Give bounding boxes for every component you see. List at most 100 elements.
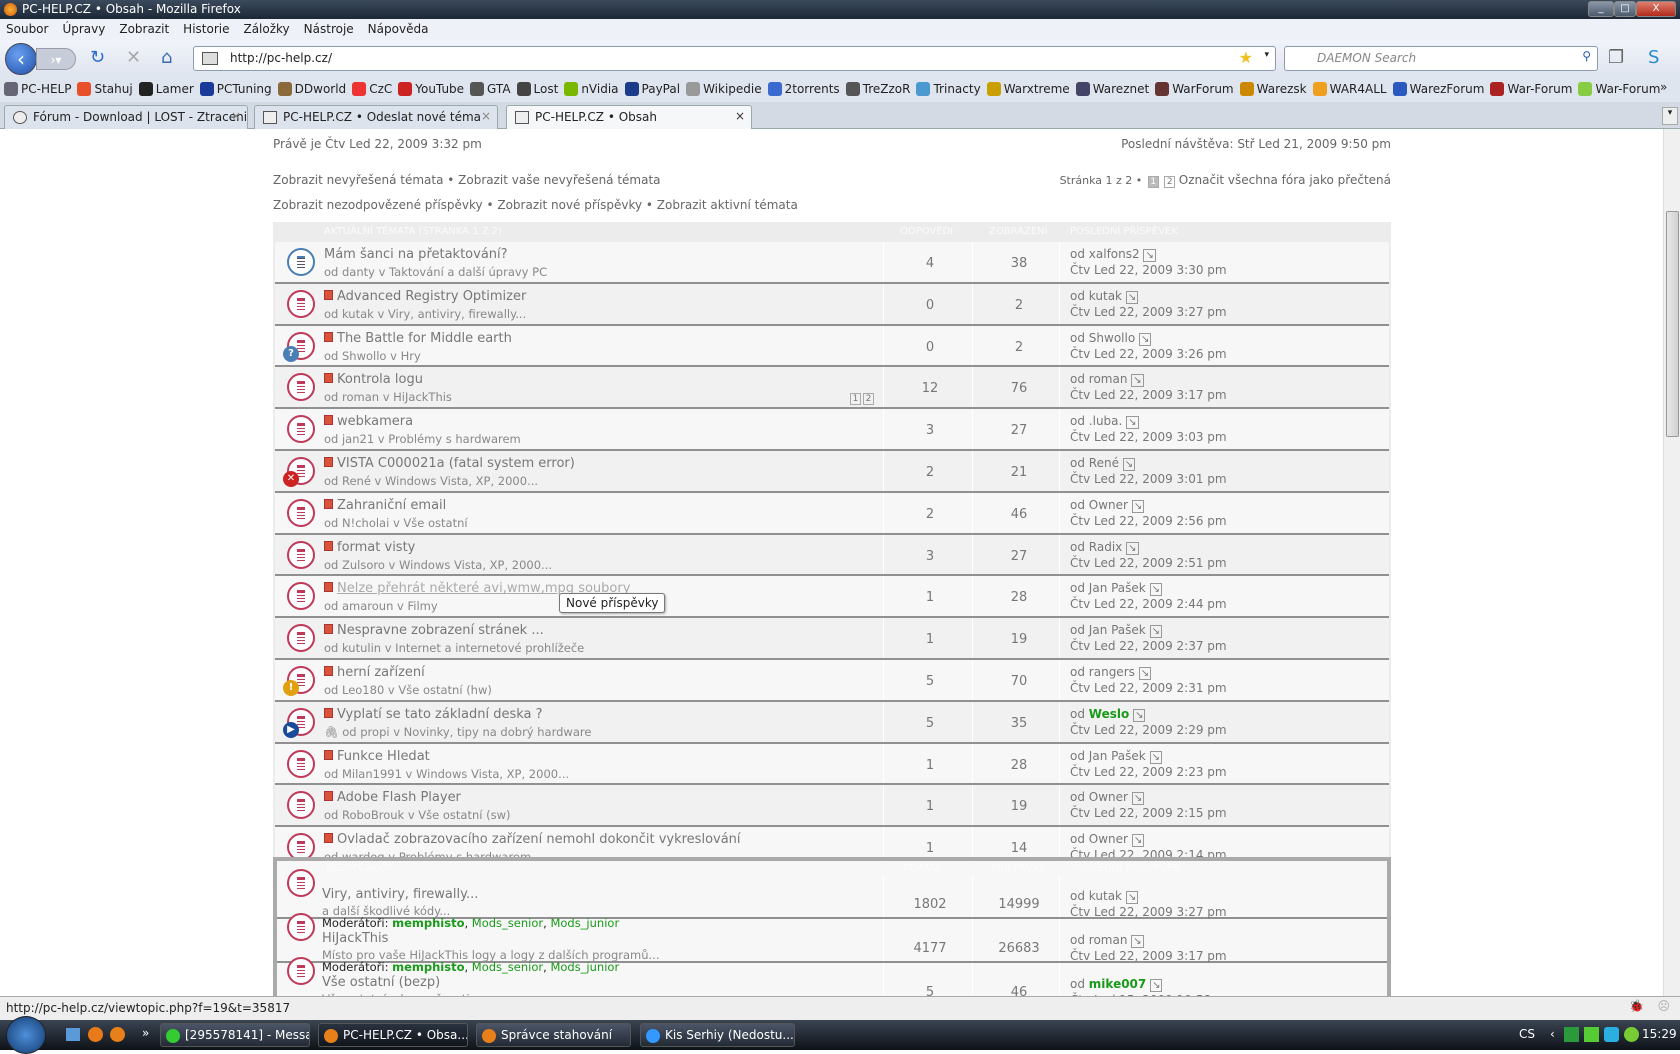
topic-page-link[interactable]: 1 bbox=[850, 393, 861, 406]
last-post-author[interactable]: Radix bbox=[1089, 540, 1122, 554]
view-latest-post-icon[interactable]: ↘ bbox=[1149, 625, 1162, 639]
topic-title-link[interactable]: Ovladač zobrazovacího zařízení nemohl do… bbox=[337, 832, 741, 847]
forward-button[interactable]: ›▾ bbox=[36, 48, 76, 70]
taskbar-item[interactable]: PC-HELP.CZ • Obsa... bbox=[318, 1023, 468, 1047]
menu-3[interactable]: Historie bbox=[183, 22, 229, 37]
tray-app-icon[interactable] bbox=[1604, 1027, 1619, 1042]
url-bar[interactable]: http://pc-help.cz/ ★ ▾ bbox=[193, 46, 1276, 71]
menu-1[interactable]: Úpravy bbox=[62, 22, 105, 37]
view-latest-post-icon[interactable]: ↘ bbox=[1125, 290, 1139, 304]
new-post-icon[interactable] bbox=[324, 833, 333, 844]
topic-title-link[interactable]: herní zařízení bbox=[337, 665, 425, 680]
view-latest-post-icon[interactable]: ↘ bbox=[1131, 792, 1145, 806]
new-post-icon[interactable] bbox=[324, 707, 333, 718]
show-desktop-icon[interactable] bbox=[66, 1028, 80, 1041]
view-latest-post-icon[interactable]: ↘ bbox=[1149, 750, 1162, 764]
bookmark-item[interactable]: 2torrents bbox=[767, 80, 840, 97]
last-post-author[interactable]: Jan Pašek bbox=[1089, 623, 1146, 637]
new-post-icon[interactable] bbox=[324, 624, 333, 635]
bookmark-item[interactable]: GTA bbox=[470, 80, 511, 97]
skype-icon[interactable]: S bbox=[1648, 48, 1659, 68]
topic-title-link[interactable]: Zahraniční email bbox=[337, 498, 446, 513]
new-post-icon[interactable] bbox=[324, 540, 333, 551]
last-post-author[interactable]: Owner bbox=[1089, 790, 1128, 804]
stop-icon[interactable]: ✕ bbox=[126, 48, 141, 68]
last-post-author[interactable]: .luba. bbox=[1089, 414, 1123, 428]
topic-title-link[interactable]: Adobe Flash Player bbox=[337, 790, 461, 805]
view-latest-post-icon[interactable]: ↘ bbox=[1131, 499, 1145, 513]
new-post-icon[interactable] bbox=[324, 791, 333, 802]
new-post-icon[interactable] bbox=[324, 456, 333, 467]
topic-title-link[interactable]: Nespravne zobrazení stránek ... bbox=[337, 623, 544, 638]
vertical-scrollbar[interactable] bbox=[1663, 129, 1680, 996]
bookmark-item[interactable]: Wareznet bbox=[1075, 80, 1149, 97]
start-button[interactable] bbox=[6, 1016, 46, 1054]
last-post-author[interactable]: kutak bbox=[1089, 889, 1122, 903]
bookmark-item[interactable]: TreZzoR bbox=[845, 80, 910, 97]
view-latest-post-icon[interactable]: ↘ bbox=[1138, 666, 1152, 680]
last-post-author[interactable]: roman bbox=[1089, 372, 1128, 386]
new-post-icon[interactable] bbox=[324, 749, 333, 760]
qip-icon[interactable] bbox=[1584, 1027, 1599, 1042]
menu-0[interactable]: Soubor bbox=[6, 22, 48, 37]
new-post-icon[interactable] bbox=[324, 415, 333, 426]
menu-2[interactable]: Zobrazit bbox=[119, 22, 169, 37]
tab-close-button[interactable]: × bbox=[735, 109, 745, 123]
bookmark-star-icon[interactable]: ★ bbox=[1239, 48, 1253, 67]
view-latest-post-icon[interactable]: ↘ bbox=[1139, 332, 1152, 346]
quicklaunch-icon[interactable] bbox=[88, 1027, 103, 1042]
menu-4[interactable]: Záložky bbox=[243, 22, 289, 37]
last-post-author[interactable]: xalfons2 bbox=[1089, 247, 1140, 261]
menu-6[interactable]: Nápověda bbox=[368, 22, 429, 37]
bookmark-item[interactable]: PCTuning bbox=[199, 80, 272, 97]
view-latest-post-icon[interactable]: ↘ bbox=[1126, 541, 1139, 555]
mark-all-read-link[interactable]: Označit všechna fóra jako přečtená bbox=[1179, 173, 1391, 187]
last-post-author[interactable]: Owner bbox=[1089, 498, 1128, 512]
bookmark-item[interactable]: Wikipedie bbox=[686, 80, 762, 97]
last-post-author[interactable]: Owner bbox=[1089, 832, 1128, 846]
maximize-button[interactable]: □ bbox=[1614, 1, 1636, 17]
page-2[interactable]: 2 bbox=[1164, 176, 1176, 188]
forum-title-link[interactable]: Vše ostatní (bezp) bbox=[322, 975, 440, 990]
view-latest-post-icon[interactable]: ↘ bbox=[1122, 457, 1136, 471]
last-post-author[interactable]: Jan Pašek bbox=[1089, 749, 1146, 763]
view-latest-post-icon[interactable]: ↘ bbox=[1125, 891, 1139, 904]
bookmark-item[interactable]: Lost bbox=[516, 80, 558, 97]
reload-icon[interactable]: ↻ bbox=[90, 48, 105, 68]
home-icon[interactable]: ⌂ bbox=[161, 48, 172, 68]
dropdown-icon[interactable]: ▾ bbox=[1264, 50, 1269, 60]
back-button[interactable]: ‹ bbox=[5, 43, 37, 75]
last-post-author[interactable]: mike007 bbox=[1089, 977, 1146, 991]
new-post-icon[interactable] bbox=[324, 289, 333, 300]
new-post-icon[interactable] bbox=[324, 582, 333, 593]
bookmarks-more-button[interactable]: » bbox=[1660, 80, 1667, 94]
new-post-icon[interactable] bbox=[324, 331, 333, 342]
topic-page-link[interactable]: 2 bbox=[863, 393, 874, 406]
view-latest-post-icon[interactable]: ↘ bbox=[1133, 708, 1146, 722]
bookmark-item[interactable]: Lamer bbox=[138, 80, 194, 97]
bookmark-item[interactable]: PayPal bbox=[624, 80, 680, 97]
bookmark-item[interactable]: WarezForum bbox=[1392, 80, 1484, 97]
view-latest-post-icon[interactable]: ↘ bbox=[1126, 416, 1139, 430]
bookmark-item[interactable]: WarForum bbox=[1155, 80, 1234, 97]
bookmark-item[interactable]: Trinacty bbox=[916, 80, 981, 97]
last-post-author[interactable]: Shwollo bbox=[1089, 331, 1135, 345]
last-post-author[interactable]: rangers bbox=[1089, 665, 1135, 679]
network-icon[interactable] bbox=[1624, 1027, 1639, 1042]
forum-title-link[interactable]: Viry, antiviry, firewally... bbox=[322, 887, 478, 902]
search-input[interactable]: DAEMON Search ⚲ bbox=[1284, 46, 1598, 71]
topic-title-link[interactable]: webkamera bbox=[337, 414, 413, 429]
page-1[interactable]: 1 bbox=[1147, 176, 1159, 188]
last-post-author[interactable]: Weslo bbox=[1089, 707, 1129, 721]
taskbar-item[interactable]: Správce stahování bbox=[476, 1023, 631, 1047]
view-latest-post-icon[interactable]: ↘ bbox=[1131, 374, 1144, 388]
firefox-quicklaunch-icon[interactable] bbox=[110, 1027, 125, 1042]
bookmark-item[interactable]: War-Forum bbox=[1490, 80, 1572, 97]
addon-icon[interactable]: ☹ bbox=[1657, 999, 1670, 1013]
bookmark-item[interactable]: War-Forum bbox=[1578, 80, 1660, 97]
new-post-icon[interactable] bbox=[324, 373, 333, 384]
topic-title-link[interactable]: VISTA C000021a (fatal system error) bbox=[337, 456, 575, 471]
tray-expand-icon[interactable]: ‹ bbox=[1550, 1027, 1555, 1041]
bookmark-item[interactable]: DDworld bbox=[277, 80, 346, 97]
firebug-icon[interactable]: 🐞 bbox=[1629, 999, 1644, 1013]
